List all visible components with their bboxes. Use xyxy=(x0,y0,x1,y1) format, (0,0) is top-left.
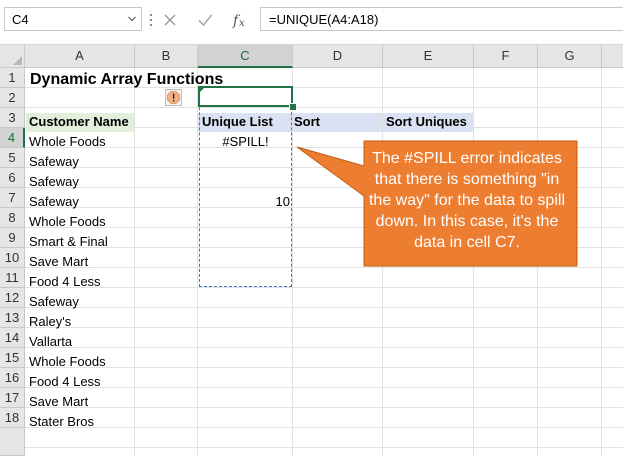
row-header[interactable]: 4 xyxy=(0,128,25,148)
cell-e3-header[interactable]: Sort Uniques xyxy=(386,112,467,132)
spill-range-outline xyxy=(199,87,292,287)
fill-handle[interactable] xyxy=(289,103,297,111)
error-options-button[interactable] xyxy=(165,89,182,106)
row-header[interactable]: 17 xyxy=(0,388,25,408)
row-header[interactable]: 3 xyxy=(0,108,25,128)
active-cell-c4[interactable] xyxy=(198,86,293,107)
cell-customer[interactable]: Whole Foods xyxy=(29,212,106,232)
row-header[interactable]: 9 xyxy=(0,228,25,248)
select-all-corner[interactable] xyxy=(0,45,25,68)
cell-customer[interactable]: Safeway xyxy=(29,152,79,172)
column-header-a[interactable]: A xyxy=(25,45,135,68)
formula-input[interactable]: =UNIQUE(A4:A18) xyxy=(260,7,623,31)
error-indicator-icon xyxy=(199,87,205,93)
cell-customer[interactable]: Whole Foods xyxy=(29,352,106,372)
cancel-icon[interactable] xyxy=(160,10,180,30)
row-header[interactable]: 5 xyxy=(0,148,25,168)
grid-line xyxy=(25,107,623,108)
column-header-g[interactable]: G xyxy=(538,45,602,68)
column-header-b[interactable]: B xyxy=(135,45,198,68)
row-header[interactable]: 18 xyxy=(0,408,25,428)
name-box-value: C4 xyxy=(12,12,29,27)
grid-line xyxy=(25,287,623,288)
row-header[interactable]: 13 xyxy=(0,308,25,328)
callout-text: The #SPILL error indicates that there is… xyxy=(368,150,565,251)
grid-line xyxy=(25,447,623,448)
name-box[interactable]: C4 xyxy=(4,7,142,31)
cell-d3-header[interactable]: Sort xyxy=(294,112,320,132)
row-header-blank xyxy=(0,428,25,456)
row-header[interactable]: 16 xyxy=(0,368,25,388)
function-icon[interactable]: f x xyxy=(230,10,250,30)
cell-customer[interactable]: Stater Bros xyxy=(29,412,94,432)
chevron-down-icon[interactable] xyxy=(128,15,136,23)
row-header[interactable]: 12 xyxy=(0,288,25,308)
cell-c7-value[interactable]: 10 xyxy=(198,192,290,212)
row-header[interactable]: 8 xyxy=(0,208,25,228)
grid-line xyxy=(25,367,623,368)
grid-line xyxy=(25,327,623,328)
formula-bar-grip-icon[interactable] xyxy=(149,14,153,26)
grid-line xyxy=(25,407,623,408)
column-header-f[interactable]: F xyxy=(474,45,538,68)
row-header[interactable]: 14 xyxy=(0,328,25,348)
cell-customer[interactable]: Save Mart xyxy=(29,392,88,412)
grid-line xyxy=(25,427,623,428)
grid-line xyxy=(25,347,623,348)
formula-bar: C4 f x =UNIQUE(A4:A18) xyxy=(0,0,623,45)
cell-customer[interactable]: Safeway xyxy=(29,292,79,312)
confirm-icon[interactable] xyxy=(195,10,215,30)
cell-customer[interactable]: Save Mart xyxy=(29,252,88,272)
cell-customer[interactable]: Vallarta xyxy=(29,332,72,352)
column-header-e[interactable]: E xyxy=(383,45,474,68)
warning-icon xyxy=(167,91,180,104)
cell-customer[interactable]: Food 4 Less xyxy=(29,372,101,392)
column-header-blank xyxy=(602,45,623,68)
cell-a1-title[interactable]: Dynamic Array Functions xyxy=(30,69,223,89)
cell-customer[interactable]: Food 4 Less xyxy=(29,272,101,292)
grid-line xyxy=(25,267,623,268)
row-header[interactable]: 15 xyxy=(0,348,25,368)
row-header[interactable]: 11 xyxy=(0,268,25,288)
cell-customer[interactable]: Safeway xyxy=(29,172,79,192)
row-header[interactable]: 10 xyxy=(0,248,25,268)
row-header[interactable]: 7 xyxy=(0,188,25,208)
cell-c4-spill-error: #SPILL! xyxy=(222,134,269,149)
cell-customer[interactable]: Smart & Final xyxy=(29,232,108,252)
column-header-d[interactable]: D xyxy=(293,45,383,68)
row-header[interactable]: 1 xyxy=(0,68,25,88)
column-header-c[interactable]: C xyxy=(198,45,293,68)
grid-line xyxy=(25,307,623,308)
cell-a3-header[interactable]: Customer Name xyxy=(29,112,129,132)
cell-customer[interactable]: Safeway xyxy=(29,192,79,212)
row-header[interactable]: 6 xyxy=(0,168,25,188)
formula-text: =UNIQUE(A4:A18) xyxy=(269,12,379,27)
svg-text:x: x xyxy=(239,18,245,29)
cell-customer[interactable]: Whole Foods xyxy=(29,132,106,152)
cell-customer[interactable]: Raley's xyxy=(29,312,71,332)
grid-line xyxy=(25,387,623,388)
row-header[interactable]: 2 xyxy=(0,88,25,108)
